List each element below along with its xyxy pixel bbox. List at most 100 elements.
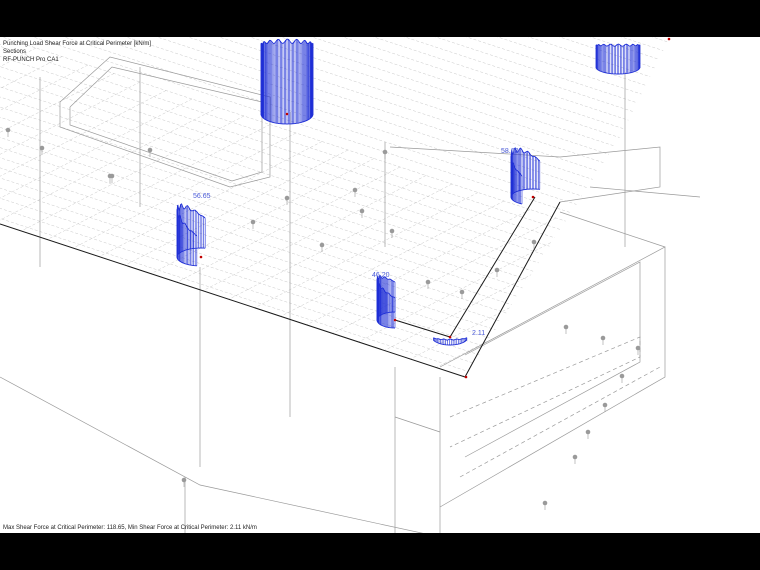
mesh-line xyxy=(0,158,375,377)
support-node xyxy=(602,402,608,408)
support-node xyxy=(107,173,113,179)
model-scene: 58.62 56.65 46.20 2.11 xyxy=(0,37,701,533)
mesh-line xyxy=(263,37,670,71)
sections-label: Sections xyxy=(3,49,27,55)
mesh-line xyxy=(0,37,670,208)
building-inner-face xyxy=(464,261,641,458)
node-marker xyxy=(285,112,289,116)
mesh-line xyxy=(0,164,389,377)
value-label-center-left: 56.65 xyxy=(193,193,211,200)
mesh-line xyxy=(131,37,670,140)
mesh-line xyxy=(0,238,245,377)
support-node xyxy=(542,500,548,506)
support-node xyxy=(563,324,569,330)
support-node xyxy=(39,145,45,151)
mesh-line xyxy=(0,90,167,339)
support-node xyxy=(359,208,365,214)
mesh-line xyxy=(0,37,670,282)
mesh-line xyxy=(0,182,353,377)
building-right-face xyxy=(439,246,666,508)
mesh-line xyxy=(0,244,233,377)
mesh-line xyxy=(0,188,341,377)
mesh-line xyxy=(35,37,670,189)
mesh-line xyxy=(323,37,670,40)
value-label-corner: 2.11 xyxy=(472,330,485,337)
mesh-line xyxy=(179,251,661,377)
support-node xyxy=(389,228,395,234)
module-label: RF-PUNCH Pro CA1 xyxy=(3,57,59,63)
mesh-line xyxy=(0,37,670,288)
mesh-line xyxy=(0,115,245,365)
support-node xyxy=(572,454,578,460)
node-marker xyxy=(667,37,671,41)
mesh-line xyxy=(275,37,670,65)
mesh-line xyxy=(0,37,641,307)
mesh-line xyxy=(0,232,257,377)
mesh-line xyxy=(205,260,670,377)
mesh-line xyxy=(0,37,653,301)
diagram-top-outline xyxy=(176,203,206,237)
diagram-column-top-right xyxy=(595,43,641,75)
support-node xyxy=(619,373,625,379)
node-marker xyxy=(464,375,468,379)
building-back-face xyxy=(559,211,666,248)
mesh-line xyxy=(0,37,670,257)
support-node xyxy=(284,195,290,201)
mesh-line xyxy=(0,47,37,297)
diagram-column-right xyxy=(510,147,541,205)
opening-outline-inner xyxy=(69,66,263,182)
result-title: Punching Load Shear Force at Critical Pe… xyxy=(3,41,152,47)
building-back-face-2 xyxy=(589,186,701,198)
critical-nodes xyxy=(199,37,671,379)
results-summary: Max Shear Force at Critical Perimeter: 1… xyxy=(3,525,257,531)
mesh-line xyxy=(0,133,449,377)
mesh-line xyxy=(299,37,670,53)
mesh-line xyxy=(0,195,329,377)
lower-dash-2 xyxy=(459,366,661,478)
mesh-line xyxy=(0,176,365,377)
mesh-line xyxy=(155,37,670,127)
mesh-line xyxy=(0,37,670,226)
value-label-top-right: 58.62 xyxy=(501,148,519,155)
mesh-line xyxy=(0,108,497,377)
node-marker xyxy=(393,318,397,322)
mesh-line xyxy=(83,37,670,164)
mesh-line xyxy=(0,37,670,214)
mesh-line xyxy=(0,207,305,377)
support-node xyxy=(181,477,187,483)
mesh-line xyxy=(0,219,281,377)
mesh-line xyxy=(0,73,115,322)
support-node xyxy=(585,429,591,435)
support-node xyxy=(382,149,388,155)
structure-frame xyxy=(0,56,701,533)
mesh-line xyxy=(0,139,437,377)
support-node xyxy=(531,239,537,245)
mesh-line xyxy=(191,37,670,109)
mesh-line xyxy=(0,37,665,295)
diagram-column-center xyxy=(376,274,396,329)
mesh-line xyxy=(153,243,635,377)
diagram-corner xyxy=(433,337,468,346)
mesh-line xyxy=(0,58,593,332)
lower-box-top xyxy=(394,416,441,433)
mesh-line xyxy=(0,192,479,377)
model-viewport[interactable]: 58.62 56.65 46.20 2.11 Punching Load She… xyxy=(0,37,760,533)
mesh-line xyxy=(23,37,670,195)
diagram-base-outline xyxy=(433,339,468,346)
mesh-line xyxy=(0,95,521,369)
mesh-line xyxy=(251,37,670,78)
support-node xyxy=(319,242,325,248)
support-node xyxy=(147,147,153,153)
mesh-line xyxy=(167,37,670,121)
mesh-line xyxy=(311,37,670,47)
support-node xyxy=(494,267,500,273)
mesh-line xyxy=(0,98,193,348)
mesh-line xyxy=(95,37,670,158)
bottom-letterbox xyxy=(0,533,760,570)
top-letterbox xyxy=(0,0,760,37)
diagram-base-outline xyxy=(595,66,641,75)
mesh-line xyxy=(11,37,670,202)
mesh-line xyxy=(143,37,670,133)
lower-floor-outline xyxy=(0,376,424,533)
mesh-line xyxy=(0,149,349,377)
